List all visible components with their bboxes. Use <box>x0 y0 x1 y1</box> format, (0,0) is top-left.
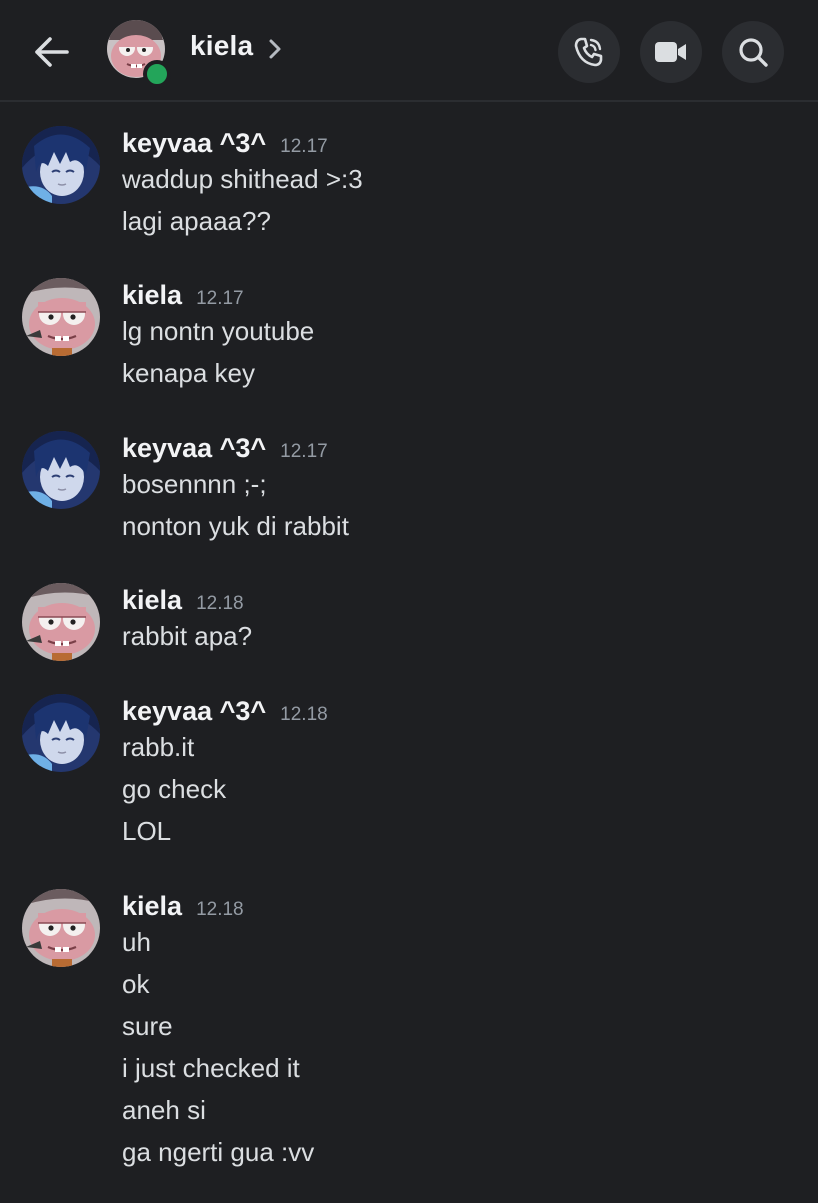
search-icon <box>739 38 768 67</box>
kiela-avatar[interactable] <box>22 583 100 661</box>
message-list[interactable]: keyvaa ^3^ 12.17 waddup shithead >:3 lagi a… <box>0 102 818 1200</box>
keyvaa-avatar[interactable] <box>22 431 100 509</box>
message-group[interactable]: keyvaa ^3^ 12.17 bosennnn ;-; nonton yuk di… <box>0 431 818 577</box>
message-text[interactable]: lagi apaaa?? <box>122 206 271 237</box>
message-group[interactable]: kiela 12.17 lg nontn youtube kenapa key <box>0 278 818 424</box>
message-text[interactable]: aneh si <box>122 1095 206 1126</box>
message-timestamp: 12.18 <box>196 899 244 920</box>
keyvaa-avatar[interactable] <box>22 126 100 204</box>
message-text[interactable]: go check <box>122 774 226 805</box>
author-name[interactable]: kiela <box>122 891 182 921</box>
message-header: keyvaa ^3^ 12.17 <box>122 433 328 473</box>
message-header: kiela 12.17 <box>122 280 244 320</box>
online-status-indicator <box>143 60 171 88</box>
message-timestamp: 12.18 <box>280 704 328 725</box>
message-timestamp: 12.18 <box>196 593 244 614</box>
message-text[interactable]: bosennnn ;-; <box>122 469 267 500</box>
chat-header: kiela <box>0 0 818 102</box>
message-text[interactable]: waddup shithead >:3 <box>122 164 363 195</box>
video-call-icon <box>655 42 686 62</box>
message-text[interactable]: kenapa key <box>122 358 255 389</box>
message-group[interactable]: keyvaa ^3^ 12.17 waddup shithead >:3 lagi a… <box>0 126 818 272</box>
message-text[interactable]: rabb.it <box>122 732 194 763</box>
message-text[interactable]: ga ngerti gua :vv <box>122 1137 314 1168</box>
author-name[interactable]: keyvaa ^3^ <box>122 433 266 463</box>
message-text[interactable]: rabbit apa? <box>122 621 252 652</box>
voice-call-button[interactable] <box>558 21 620 83</box>
message-timestamp: 12.17 <box>280 441 328 462</box>
author-name[interactable]: kiela <box>122 280 182 310</box>
message-text[interactable]: LOL <box>122 816 171 847</box>
message-text[interactable]: nonton yuk di rabbit <box>122 511 349 542</box>
message-group[interactable]: kiela 12.18 uh ok sure i just checked it aneh … <box>0 889 818 1203</box>
message-timestamp: 12.17 <box>196 288 244 309</box>
search-button[interactable] <box>722 21 784 83</box>
video-call-button[interactable] <box>640 21 702 83</box>
message-text[interactable]: sure <box>122 1011 173 1042</box>
channel-title[interactable]: kiela <box>190 30 253 62</box>
message-header: kiela 12.18 <box>122 891 244 931</box>
message-timestamp: 12.17 <box>280 136 328 157</box>
back-arrow-icon <box>35 37 69 67</box>
message-text[interactable]: i just checked it <box>122 1053 300 1084</box>
message-group[interactable]: keyvaa ^3^ 12.18 rabb.it go check LOL <box>0 694 818 882</box>
voice-call-icon <box>574 37 603 67</box>
message-header: kiela 12.18 <box>122 585 244 625</box>
message-text[interactable]: ok <box>122 969 149 1000</box>
author-name[interactable]: keyvaa ^3^ <box>122 696 266 726</box>
kiela-avatar[interactable] <box>22 889 100 967</box>
keyvaa-avatar[interactable] <box>22 694 100 772</box>
message-text[interactable]: uh <box>122 927 151 958</box>
chevron-right-icon[interactable] <box>265 36 285 62</box>
kiela-avatar[interactable] <box>22 278 100 356</box>
message-header: keyvaa ^3^ 12.18 <box>122 696 328 736</box>
message-text[interactable]: lg nontn youtube <box>122 316 314 347</box>
message-header: keyvaa ^3^ 12.17 <box>122 128 328 168</box>
author-name[interactable]: keyvaa ^3^ <box>122 128 266 158</box>
message-group[interactable]: kiela 12.18 rabbit apa? <box>0 583 818 687</box>
author-name[interactable]: kiela <box>122 585 182 615</box>
back-button[interactable] <box>28 28 76 76</box>
